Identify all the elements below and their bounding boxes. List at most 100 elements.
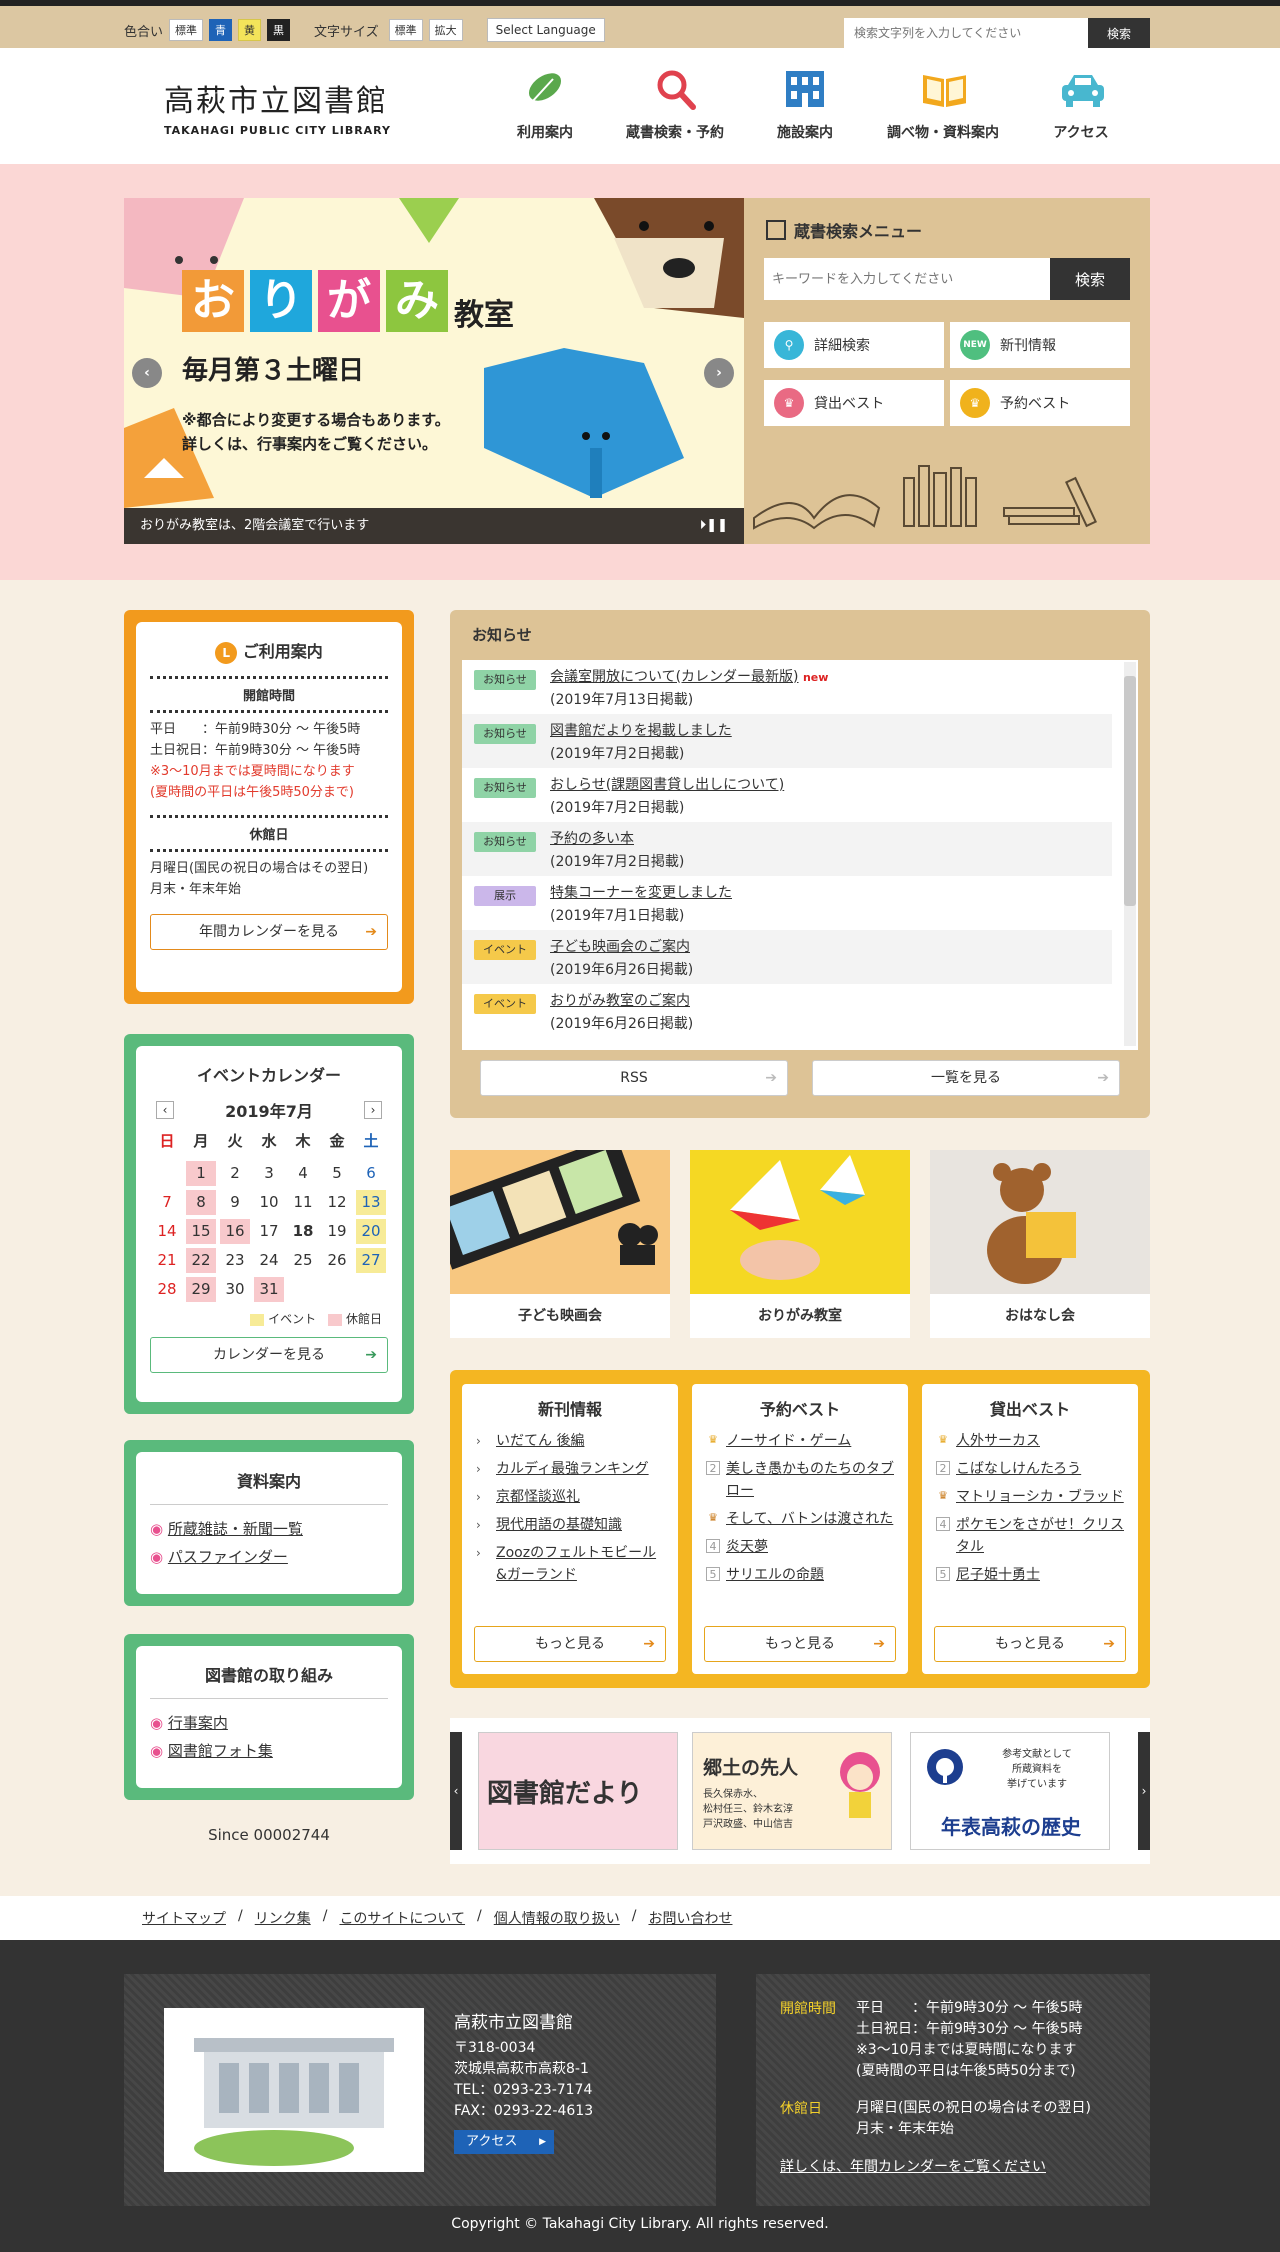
efforts-link-events[interactable]: ◉ 行事案内 [150,1709,388,1737]
book-item[interactable]: ♛ 人外サーカス [936,1430,1124,1452]
footer-calendar-link[interactable]: 詳しくは、年間カレンダーをご覧ください [780,2156,1046,2176]
calendar-day[interactable]: 1 [186,1161,216,1186]
notice-title[interactable]: 特集コーナーを変更しました [550,885,732,901]
calendar-day[interactable]: 13 [356,1190,386,1215]
calendar-day[interactable]: 6 [356,1161,386,1186]
notice-item[interactable]: イベント 子ども映画会のご案内 (2019年6月26日掲載) [462,930,1112,984]
prev-month-button[interactable]: ‹ [156,1101,174,1119]
book-item[interactable]: 5 サリエルの命題 [706,1564,894,1586]
event-slider[interactable]: お り が み 教室 毎月第３土曜日 ※都合により変更する場合もあります。 詳し… [124,198,744,544]
detail-search-button[interactable]: ⚲ 詳細検索 [764,322,944,368]
notice-item[interactable]: イベント おりがみ教室のご案内 (2019年6月26日掲載) [462,984,1112,1038]
book-item[interactable]: ♛ マトリョーシカ・ブラッド [936,1486,1124,1508]
notice-title[interactable]: 図書館だよりを掲載しました [550,723,732,739]
notice-title[interactable]: 予約の多い本 [550,831,634,847]
link-about[interactable]: このサイトについて [339,1908,465,1928]
notice-item[interactable]: お知らせ おしらせ(課題図書貸し出しについて) (2019年7月2日掲載) [462,768,1112,822]
calendar-day[interactable]: 19 [322,1219,352,1244]
book-item[interactable]: › カルディ最強ランキング [476,1458,664,1480]
keyword-input[interactable] [764,258,1050,300]
notice-title[interactable]: おりがみ教室のご案内 [550,993,690,1009]
calendar-day[interactable]: 22 [186,1248,216,1273]
book-item[interactable]: › 京都怪談巡礼 [476,1486,664,1508]
book-item[interactable]: › Zoozのフェルトモビール&ガーランド [476,1542,664,1586]
font-size-large[interactable]: 拡大 [428,19,463,41]
calendar-day[interactable]: 12 [322,1190,352,1215]
efforts-link-photos[interactable]: ◉ 図書館フォト集 [150,1737,388,1765]
thumb-movie[interactable]: 子ども映画会 [450,1150,670,1338]
calendar-day[interactable]: 18 [288,1219,318,1244]
link-links[interactable]: リンク集 [255,1908,311,1928]
calendar-day[interactable]: 31 [254,1277,284,1302]
calendar-day[interactable]: 4 [288,1161,318,1186]
next-month-button[interactable]: › [363,1101,382,1119]
font-size-standard[interactable]: 標準 [388,19,423,41]
calendar-day[interactable]: 16 [220,1219,250,1244]
select-language-button[interactable]: Select Language [486,18,605,42]
calendar-day[interactable]: 24 [254,1248,284,1273]
more-reserve-button[interactable]: もっと見る ➔ [704,1626,896,1662]
list-all-button[interactable]: 一覧を見る ➔ [812,1060,1120,1096]
link-sitemap[interactable]: サイトマップ [142,1908,226,1928]
color-standard[interactable]: 標準 [169,19,204,41]
materials-link-magazines[interactable]: ◉ 所蔵雑誌・新聞一覧 [150,1515,388,1543]
nav-search-reserve[interactable]: 蔵書検索・予約 [600,66,750,142]
footer-access-button[interactable]: アクセス ▶ [454,2130,554,2154]
more-loan-button[interactable]: もっと見る ➔ [934,1626,1126,1662]
notice-item[interactable]: お知らせ 会議室開放について(カレンダー最新版) new (2019年7月13日掲載… [462,660,1112,714]
slider-prev-button[interactable]: ‹ [132,358,162,388]
calendar-day[interactable]: 8 [186,1190,216,1215]
calendar-day[interactable]: 27 [356,1248,386,1273]
calendar-day[interactable]: 28 [152,1277,182,1302]
notice-list[interactable]: お知らせ 会議室開放について(カレンダー最新版) new (2019年7月13日掲載… [462,660,1138,1050]
calendar-day[interactable]: 11 [288,1190,318,1215]
reserve-best-button[interactable]: ♛ 予約ベスト [950,380,1130,426]
banner-history[interactable]: 参考文献として 所蔵資料を 挙げています 年表高萩の歴史 [910,1732,1110,1850]
slider-next-button[interactable]: › [704,358,734,388]
play-pause-icon[interactable]: ⏵❚❚ [700,508,728,544]
materials-link-pathfinder[interactable]: ◉ パスファインダー [150,1543,388,1571]
calendar-day[interactable]: 25 [288,1248,318,1273]
color-yellow[interactable]: 黄 [238,19,262,41]
color-blue[interactable]: 青 [209,19,233,41]
link-contact[interactable]: お問い合わせ [648,1908,732,1928]
calendar-day[interactable]: 5 [322,1161,352,1186]
calendar-button[interactable]: カレンダーを見る ➔ [150,1337,388,1373]
calendar-day[interactable]: 2 [220,1161,250,1186]
calendar-day[interactable]: 9 [220,1190,250,1215]
calendar-day[interactable]: 21 [152,1248,182,1273]
calendar-day[interactable]: 17 [254,1219,284,1244]
nav-usage[interactable]: 利用案内 [470,66,620,142]
banner-prev-button[interactable]: ‹ [450,1732,462,1850]
rss-button[interactable]: RSS ➔ [480,1060,788,1096]
calendar-day[interactable]: 26 [322,1248,352,1273]
calendar-day[interactable]: 23 [220,1248,250,1273]
site-logo[interactable]: 高萩市立図書館 TAKAHAGI PUBLIC CITY LIBRARY [164,76,391,137]
calendar-day[interactable]: 3 [254,1161,284,1186]
calendar-day[interactable]: 15 [186,1219,216,1244]
thumb-origami[interactable]: おりがみ教室 [690,1150,910,1338]
site-search-input[interactable] [844,18,1088,48]
notice-title[interactable]: 会議室開放について(カレンダー最新版) [550,669,799,685]
calendar-day[interactable]: 29 [186,1277,216,1302]
book-item[interactable]: › 現代用語の基礎知識 [476,1514,664,1536]
notice-scrollbar[interactable] [1124,662,1136,1046]
site-search-button[interactable]: 検索 [1088,18,1150,48]
notice-title[interactable]: おしらせ(課題図書貸し出しについて) [550,777,784,793]
calendar-day[interactable]: 7 [152,1190,182,1215]
book-item[interactable]: › いだてん 後編 [476,1430,664,1452]
thumb-storytime[interactable]: おはなし会 [930,1150,1150,1338]
book-item[interactable]: 4 ポケモンをさがせ！クリスタル [936,1514,1124,1558]
nav-facility[interactable]: 施設案内 [730,66,880,142]
notice-title[interactable]: 子ども映画会のご案内 [550,939,690,955]
calendar-day[interactable]: 30 [220,1277,250,1302]
book-item[interactable]: ♛ ノーサイド・ゲーム [706,1430,894,1452]
calendar-day[interactable]: 10 [254,1190,284,1215]
annual-calendar-button[interactable]: 年間カレンダーを見る ➔ [150,913,388,950]
notice-item[interactable]: お知らせ 予約の多い本 (2019年7月2日掲載) [462,822,1112,876]
more-new-button[interactable]: もっと見る ➔ [474,1626,666,1662]
nav-access[interactable]: アクセス [1006,66,1156,142]
loan-best-button[interactable]: ♛ 貸出ベスト [764,380,944,426]
nav-reference[interactable]: 調べ物・資料案内 [868,66,1018,142]
notice-item[interactable]: 展示 特集コーナーを変更しました (2019年7月1日掲載) [462,876,1112,930]
